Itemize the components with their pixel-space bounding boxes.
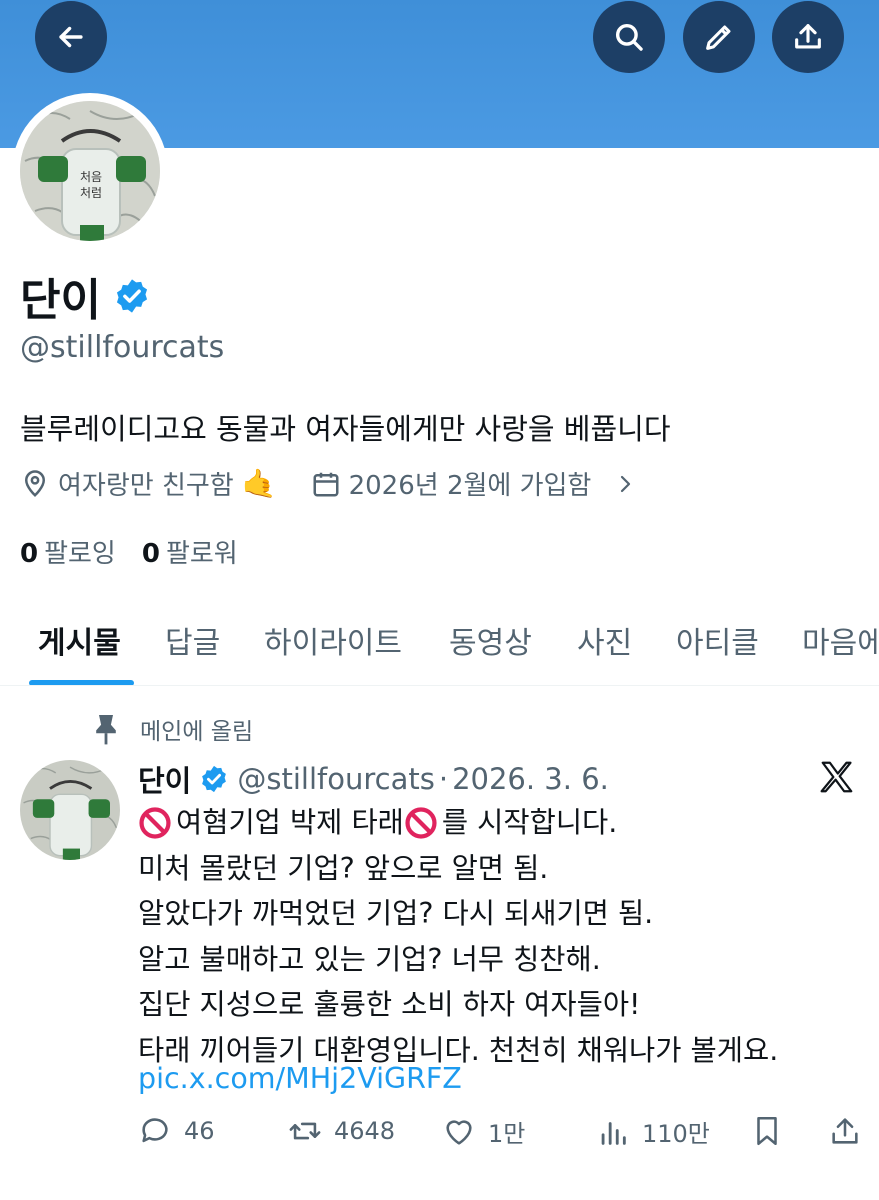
post-line-text: 여혐기업 박제 타래 (176, 806, 404, 839)
pin-icon (96, 715, 116, 745)
reply-button[interactable]: 46 (138, 1114, 215, 1148)
post-line-text: 를 시작합니다. (441, 806, 618, 839)
prohibited-icon (404, 806, 438, 840)
call-me-hand-emoji: 🤙 (241, 467, 277, 500)
following-label: 팔로잉 (44, 539, 116, 569)
post-date[interactable]: 2026. 3. 6. (452, 762, 609, 796)
post-author-name[interactable]: 단이 (138, 758, 191, 800)
verified-badge-icon[interactable] (191, 764, 237, 794)
share-button[interactable] (772, 1, 844, 73)
joined-item[interactable]: 2026년 2월에 가입함 (311, 465, 638, 502)
pencil-icon (706, 25, 731, 50)
followers-count: 0 (141, 539, 160, 569)
following-count: 0 (20, 539, 39, 569)
back-button[interactable] (35, 1, 107, 73)
following-link[interactable]: 0 팔로잉 (20, 533, 116, 570)
profile-tabs: 게시물 답글 하이라이트 동영상 사진 아티클 마음에 (0, 608, 879, 686)
post-avatar-image (20, 760, 120, 860)
tab-photos[interactable]: 사진 (577, 618, 632, 662)
active-tab-indicator (29, 680, 134, 685)
analytics-icon (601, 1121, 626, 1145)
repost-icon (289, 1122, 321, 1140)
repost-count: 4648 (334, 1117, 396, 1145)
bookmark-icon (757, 1116, 777, 1146)
tab-highlights[interactable]: 하이라이트 (264, 618, 402, 662)
share-icon (832, 1118, 858, 1144)
search-button[interactable] (593, 1, 665, 73)
location-text: 여자랑만 친구함 (58, 471, 234, 501)
edit-button[interactable] (683, 1, 755, 73)
like-button[interactable]: 1만 (442, 1114, 525, 1149)
profile-name: 단이 (20, 264, 151, 328)
prohibited-icon (138, 806, 172, 840)
bookmark-button[interactable] (750, 1114, 784, 1148)
verified-badge-icon[interactable] (113, 277, 151, 315)
chevron-right-icon (621, 475, 631, 492)
location-item: 여자랑만 친구함 🤙 (20, 465, 277, 502)
profile-meta: 여자랑만 친구함 🤙 2026년 2월에 가입함 (20, 465, 637, 502)
views-count: 110만 (642, 1120, 710, 1148)
post-avatar[interactable] (20, 760, 120, 860)
post-line: 여혐기업 박제 타래 를 시작합니다. (138, 800, 778, 846)
post-line: 집단 지성으로 훌륭한 소비 하자 여자들아! (138, 988, 641, 1021)
reply-count: 46 (184, 1117, 215, 1145)
post-header: 단이 @stillfourcats · 2026. 3. 6. (138, 758, 609, 800)
search-icon (615, 23, 643, 51)
heart-icon (446, 1119, 472, 1145)
post-actions: 46 4648 1만 110만 (138, 1114, 862, 1164)
post-author-handle[interactable]: @stillfourcats (237, 762, 434, 796)
tab-articles[interactable]: 아티클 (676, 618, 759, 662)
share-icon (795, 24, 821, 49)
post-media-link[interactable]: pic.x.com/MHj2ViGRFZ (138, 1062, 462, 1095)
post-body: 여혐기업 박제 타래 를 시작합니다. 미처 몰랐던 기업? 앞으로 알면 됨.… (138, 800, 778, 1073)
views-button[interactable]: 110만 (596, 1114, 710, 1149)
tab-videos[interactable]: 동영상 (449, 618, 532, 662)
tab-replies[interactable]: 답글 (165, 618, 220, 662)
repost-button[interactable]: 4648 (288, 1114, 395, 1148)
reply-icon (142, 1118, 168, 1143)
avatar-image: 처음 처럼 (20, 101, 160, 241)
share-post-button[interactable] (828, 1114, 862, 1148)
location-pin-icon (24, 469, 46, 497)
tab-posts[interactable]: 게시물 (38, 618, 121, 662)
profile-bio: 블루레이디고요 동물과 여자들에게만 사랑을 베풉니다 (20, 412, 671, 446)
svg-text:처음: 처음 (80, 170, 102, 184)
svg-text:처럼: 처럼 (80, 186, 102, 200)
followers-link[interactable]: 0 팔로워 (142, 533, 238, 570)
separator-dot: · (438, 762, 449, 796)
joined-text: 2026년 2월에 가입함 (348, 471, 592, 501)
post-line: 알고 불매하고 있는 기업? 너무 칭찬해. (138, 942, 601, 976)
profile-name-text: 단이 (20, 275, 101, 326)
like-count: 1만 (488, 1120, 526, 1148)
tab-likes[interactable]: 마음에 (802, 618, 879, 662)
profile-avatar[interactable]: 처음 처럼 (12, 93, 168, 249)
profile-handle: @stillfourcats (20, 330, 225, 365)
arrow-left-icon (59, 26, 83, 48)
followers-label: 팔로워 (165, 539, 238, 569)
follow-stats: 0 팔로잉 0 팔로워 (20, 533, 238, 570)
calendar-icon (313, 472, 339, 496)
x-logo-icon (818, 758, 856, 796)
post-line: 알았다가 까먹었던 기업? 다시 되새기면 됨. (138, 897, 654, 930)
pinned-label: 메인에 올림 (140, 719, 254, 745)
pinned-indicator: 메인에 올림 (92, 712, 253, 746)
post-line: 미처 몰랐던 기업? 앞으로 알면 됨. (138, 851, 549, 885)
